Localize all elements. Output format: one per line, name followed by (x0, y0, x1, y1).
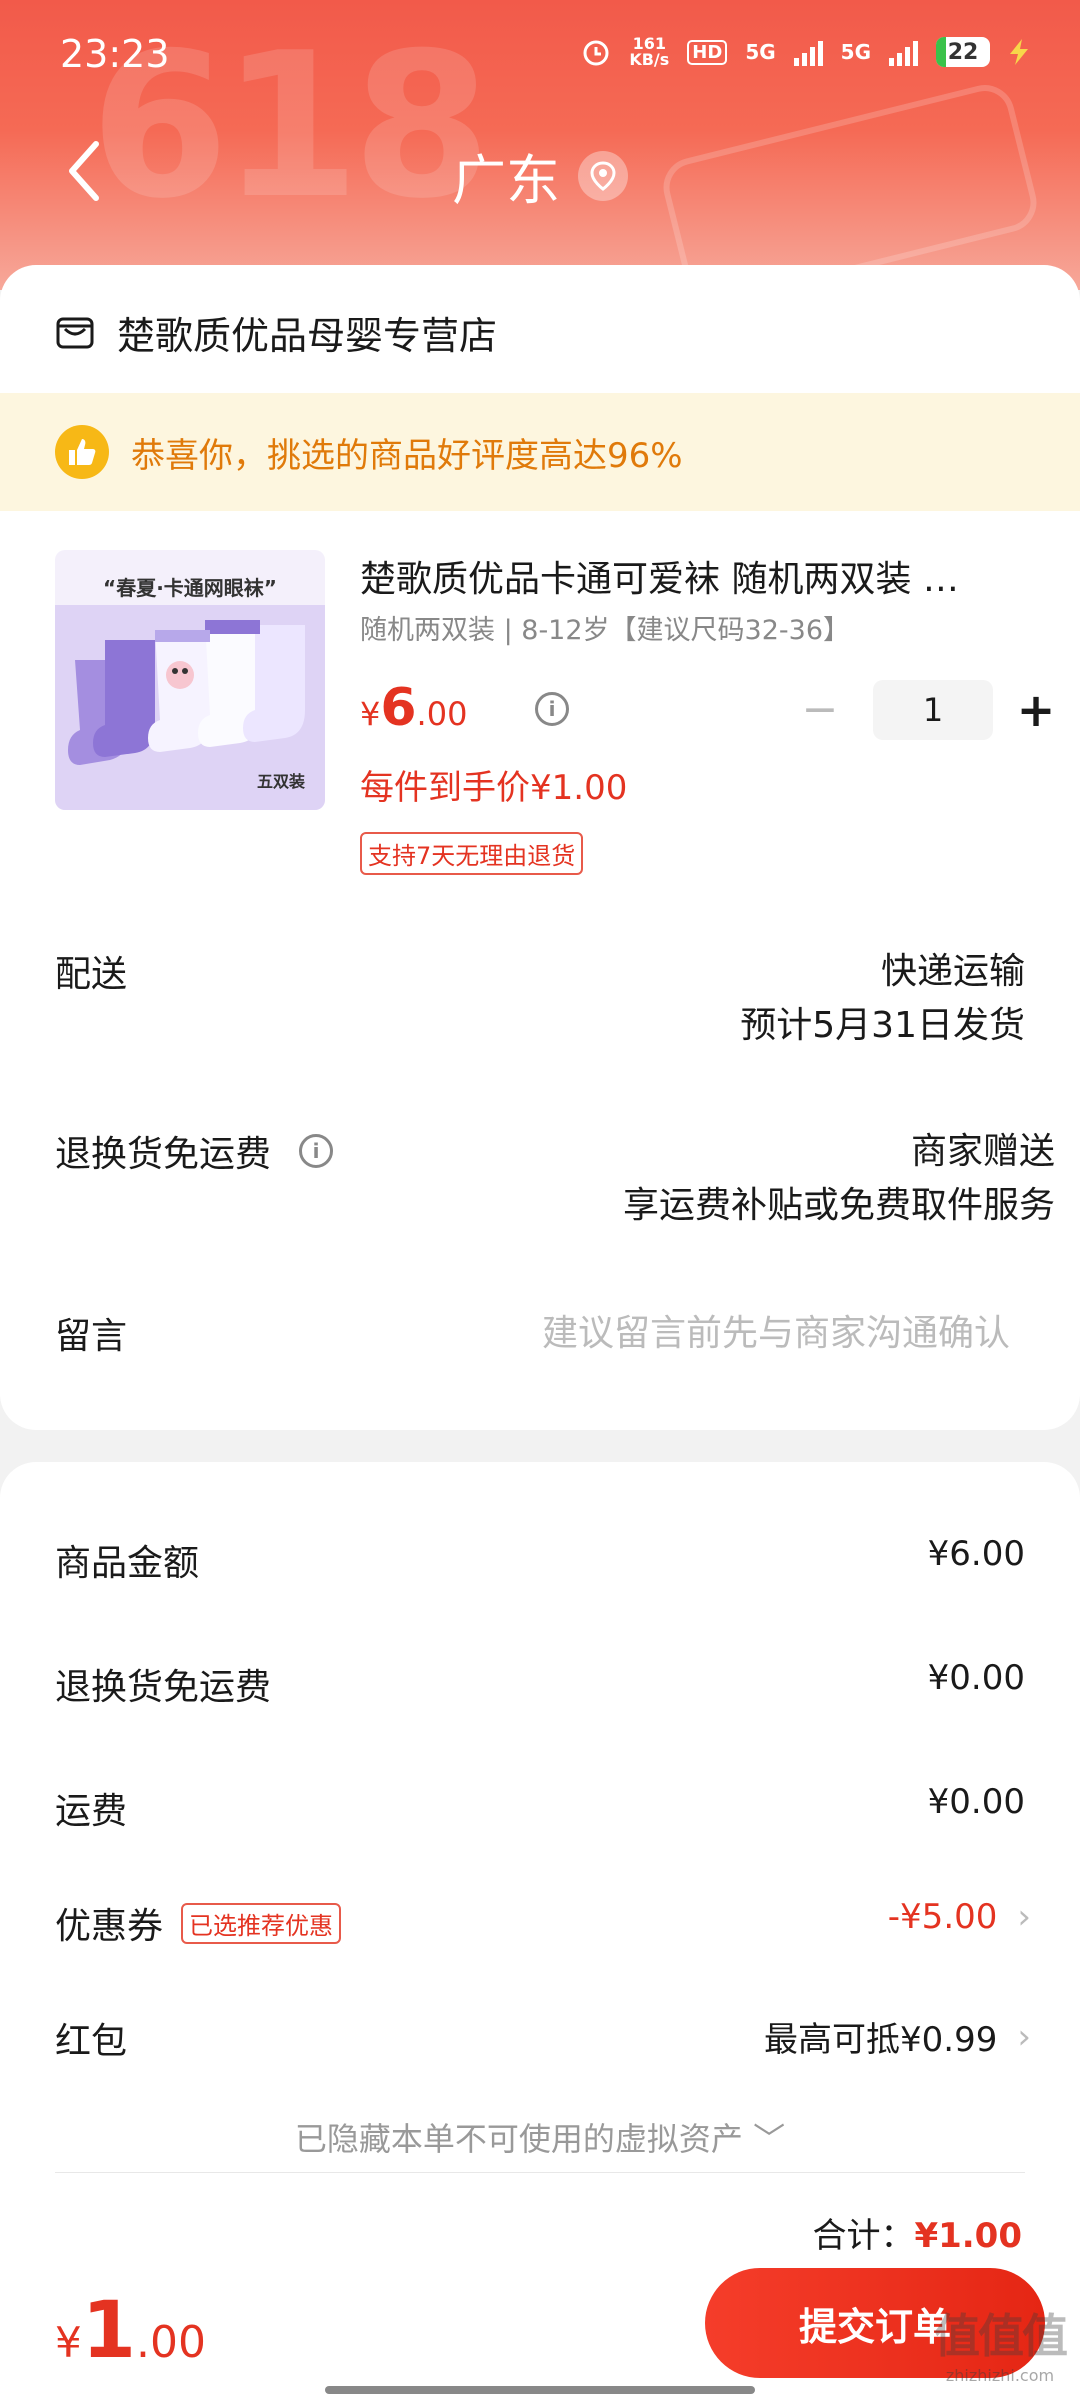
quantity-input[interactable]: 1 (873, 680, 993, 740)
pay-integer: 1 (81, 2286, 137, 2376)
status-icons: 161 KB/s HD 5G 5G 22 (581, 36, 1030, 68)
product-spec[interactable]: 随机两双装 | 8-12岁【建议尺码32-36】 (360, 608, 850, 647)
red-packet-row[interactable]: 红包 最高可抵¥0.99 › (55, 2012, 1031, 2072)
coupon-label-wrap: 优惠券 已选推荐优惠 (55, 1897, 342, 1949)
chevron-right-icon: › (1017, 1897, 1031, 1937)
pay-decimal: .00 (136, 2317, 206, 2368)
store-name[interactable]: 楚歌质优品母婴专营店 (117, 305, 497, 360)
watermark-logo: 值值值 (934, 2309, 1068, 2363)
hd-icon: HD (687, 39, 728, 65)
return-fee-row: 退换货免运费 ¥0.00 (55, 1658, 1025, 1718)
watermark-url: zhizhizhi.com (945, 2366, 1055, 2385)
increase-button[interactable]: + (1011, 680, 1061, 740)
coupon-recommended-tag: 已选推荐优惠 (181, 1902, 342, 1944)
product-title[interactable]: 楚歌质优品卡通可爱袜 随机两双装 … (360, 550, 1010, 602)
return-shipping-label: 退换货免运费 (55, 1134, 272, 1175)
net-speed-unit: KB/s (629, 50, 670, 69)
delivery-method: 快递运输 (880, 951, 1025, 992)
watermark: 值值值 zhizhizhi.com (934, 2300, 1068, 2385)
message-row[interactable]: 留言 建议留言前先与商家沟通确认 (55, 1307, 1025, 1367)
battery-level: 22 (947, 39, 979, 65)
home-indicator[interactable] (325, 2386, 755, 2394)
return-shipping-value: 商家赠送 享运费补贴或免费取件服务 (623, 1125, 1055, 1233)
price-decimal: .00 (416, 695, 468, 733)
red-packet-label: 红包 (55, 2021, 128, 2062)
return-fee-value: ¥0.00 (927, 1658, 1025, 1698)
signal-icon-2 (889, 38, 918, 66)
decrease-button[interactable]: − (785, 680, 855, 740)
product-image-sub: 五双装 (256, 772, 305, 791)
return-shipping-gift: 商家赠送 (910, 1131, 1055, 1172)
delivery-estimate: 预计5月31日发货 (740, 1005, 1025, 1046)
region-selector[interactable]: 广东 (0, 136, 1080, 215)
store-icon (56, 317, 94, 348)
payable-amount: ¥ 1 .00 (55, 2286, 206, 2376)
return-shipping-row[interactable]: 退换货免运费 i 商家赠送 享运费补贴或免费取件服务 (55, 1125, 1055, 1235)
thumbs-up-icon (55, 425, 109, 479)
return-policy-tag: 支持7天无理由退货 (360, 832, 584, 875)
rating-banner: 恭喜你，挑选的商品好评度高达96% (0, 393, 1080, 511)
summary-divider (55, 2172, 1025, 2173)
page-header: 618 23:23 161 KB/s HD 5G 5G 22 广东 (0, 0, 1080, 290)
price-currency: ¥ (360, 695, 381, 733)
quantity-stepper: − 1 + (785, 680, 1061, 740)
product-price: ¥ 6 .00 (360, 678, 467, 738)
message-input[interactable]: 建议留言前先与商家沟通确认 (542, 1307, 1010, 1361)
coupon-label: 优惠券 (55, 1906, 164, 1947)
region-title[interactable]: 广东 (452, 136, 560, 215)
goods-amount-value: ¥6.00 (927, 1534, 1025, 1574)
status-time: 23:23 (60, 32, 170, 76)
pay-currency: ¥ (55, 2318, 82, 2367)
price-info-icon[interactable]: i (535, 692, 569, 726)
return-shipping-label-wrap: 退换货免运费 i (55, 1125, 334, 1177)
delivery-label: 配送 (55, 954, 128, 995)
net-speed: 161 KB/s (629, 36, 669, 68)
delivery-value: 快递运输 预计5月31日发货 (740, 945, 1025, 1053)
checkout-bar: ¥ 1 .00 提交订单 值值值 zhizhizhi.com (0, 2250, 1080, 2400)
per-piece-price: 每件到手价¥1.00 (360, 768, 628, 808)
message-label: 留言 (55, 1316, 128, 1357)
price-summary-card: 商品金额 ¥6.00 退换货免运费 ¥0.00 运费 ¥0.00 优惠券 已选推… (0, 1462, 1080, 2262)
rating-banner-text: 恭喜你，挑选的商品好评度高达96% (131, 435, 683, 476)
shipping-fee-label: 运费 (55, 1791, 128, 1832)
red-packet-value-wrap[interactable]: 最高可抵¥0.99 › (764, 2012, 1031, 2061)
sim2-label: 5G (840, 40, 871, 64)
location-pin-icon[interactable] (578, 150, 628, 201)
alarm-icon (583, 40, 609, 66)
product-item: “春夏·卡通网眼袜” 五双装 楚歌质优品卡通可爱袜 随机两双装 … 随机两双装 … (55, 550, 1055, 890)
red-packet-value: 最高可抵¥0.99 (764, 2020, 998, 2060)
hidden-assets-toggle[interactable]: 已隐藏本单不可使用的虚拟资产 ﹀ (0, 2114, 1080, 2160)
coupon-value-wrap[interactable]: -¥5.00 › (888, 1897, 1031, 1937)
order-item-card: 楚歌质优品母婴专营店 恭喜你，挑选的商品好评度高达96% “春夏·卡通网眼袜” … (0, 265, 1080, 1430)
charging-icon (1010, 39, 1028, 65)
delivery-row[interactable]: 配送 快递运输 预计5月31日发货 (55, 945, 1025, 1055)
sim1-label: 5G (745, 40, 776, 64)
return-fee-label: 退换货免运费 (55, 1667, 272, 1708)
shipping-fee-row: 运费 ¥0.00 (55, 1782, 1025, 1842)
price-integer: 6 (380, 678, 417, 738)
battery-icon: 22 (936, 37, 990, 67)
coupon-row[interactable]: 优惠券 已选推荐优惠 -¥5.00 › (55, 1897, 1031, 1957)
nav-bar: 广东 (0, 120, 1080, 220)
goods-amount-row: 商品金额 ¥6.00 (55, 1534, 1025, 1594)
goods-amount-label: 商品金额 (55, 1543, 200, 1584)
return-shipping-desc: 享运费补贴或免费取件服务 (622, 1185, 1055, 1226)
return-shipping-info-icon[interactable]: i (299, 1134, 334, 1168)
store-header[interactable]: 楚歌质优品母婴专营店 (55, 305, 497, 360)
signal-icon (793, 38, 823, 66)
coupon-discount: -¥5.00 (887, 1897, 998, 1937)
product-image[interactable]: “春夏·卡通网眼袜” 五双装 (55, 550, 325, 810)
chevron-right-icon: › (1017, 2016, 1031, 2057)
shipping-fee-value: ¥0.00 (927, 1782, 1025, 1822)
status-bar: 23:23 161 KB/s HD 5G 5G 22 (0, 0, 1080, 110)
